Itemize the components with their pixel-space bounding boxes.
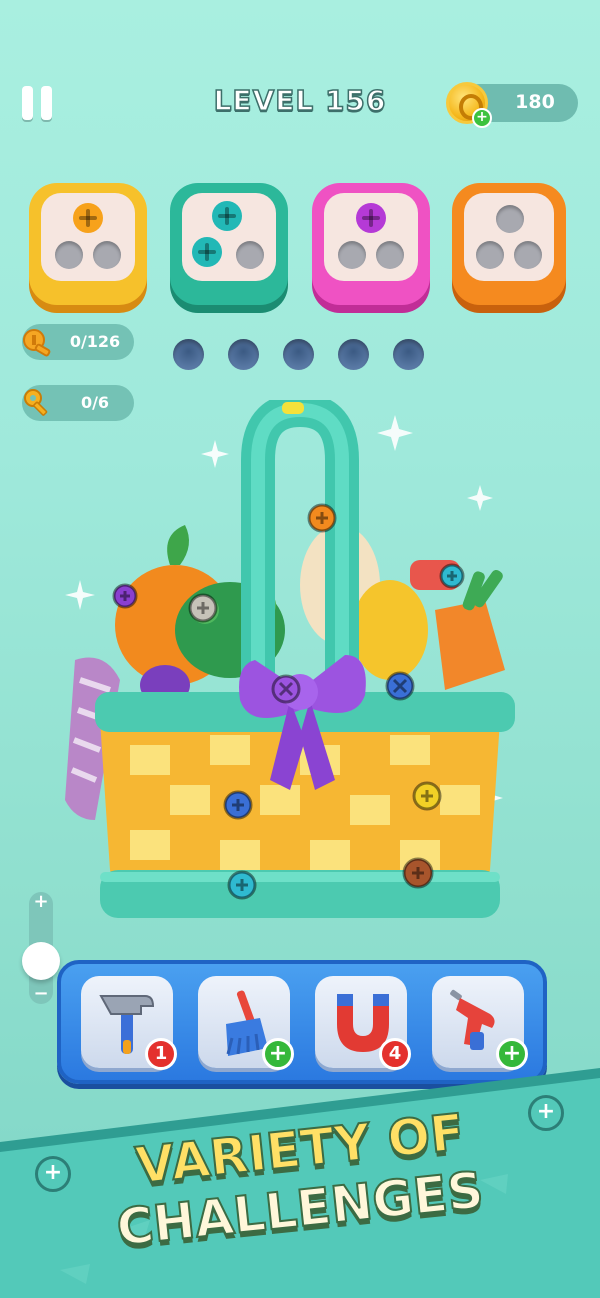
screw-icon xyxy=(73,203,103,233)
screw-counter: 0/126 xyxy=(22,324,134,360)
screw-box-pink xyxy=(312,183,430,305)
empty-hole xyxy=(496,205,524,233)
zoom-in-icon[interactable]: + xyxy=(32,893,50,911)
empty-hole xyxy=(338,241,366,269)
empty-hole xyxy=(55,241,83,269)
screw-box-orange xyxy=(452,183,566,305)
basket-puzzle[interactable] xyxy=(60,400,540,960)
empty-slot xyxy=(173,339,204,370)
pause-button[interactable] xyxy=(22,86,54,122)
drill-booster-button[interactable]: + xyxy=(432,976,528,1070)
empty-hole xyxy=(476,241,504,269)
broom-booster-button[interactable]: + xyxy=(198,976,294,1070)
coin-count: 180 xyxy=(515,91,555,113)
empty-hole xyxy=(514,241,542,269)
level-title: LEVEL 156 xyxy=(213,83,387,118)
screw-box-teal xyxy=(170,183,288,305)
screw-icon xyxy=(212,201,242,231)
empty-slot xyxy=(393,339,424,370)
screw-icon xyxy=(23,329,51,357)
key-icon xyxy=(24,389,48,416)
empty-hole xyxy=(236,241,264,269)
screw-icon xyxy=(192,237,222,267)
empty-slot xyxy=(283,339,314,370)
empty-slot xyxy=(228,339,259,370)
empty-slot xyxy=(338,339,369,370)
zoom-out-icon[interactable]: − xyxy=(32,985,50,1003)
hammer-booster-button[interactable]: 1 xyxy=(81,976,177,1070)
zoom-slider-knob[interactable] xyxy=(22,942,60,980)
pause-icon xyxy=(22,86,33,120)
screw-box-yellow xyxy=(29,183,147,305)
empty-hole xyxy=(93,241,121,269)
empty-hole xyxy=(376,241,404,269)
screw-icon xyxy=(356,203,386,233)
add-coins-button[interactable]: + xyxy=(472,108,492,128)
magnet-booster-button[interactable]: 4 xyxy=(315,976,411,1070)
screw-count: 0/126 xyxy=(69,332,121,351)
